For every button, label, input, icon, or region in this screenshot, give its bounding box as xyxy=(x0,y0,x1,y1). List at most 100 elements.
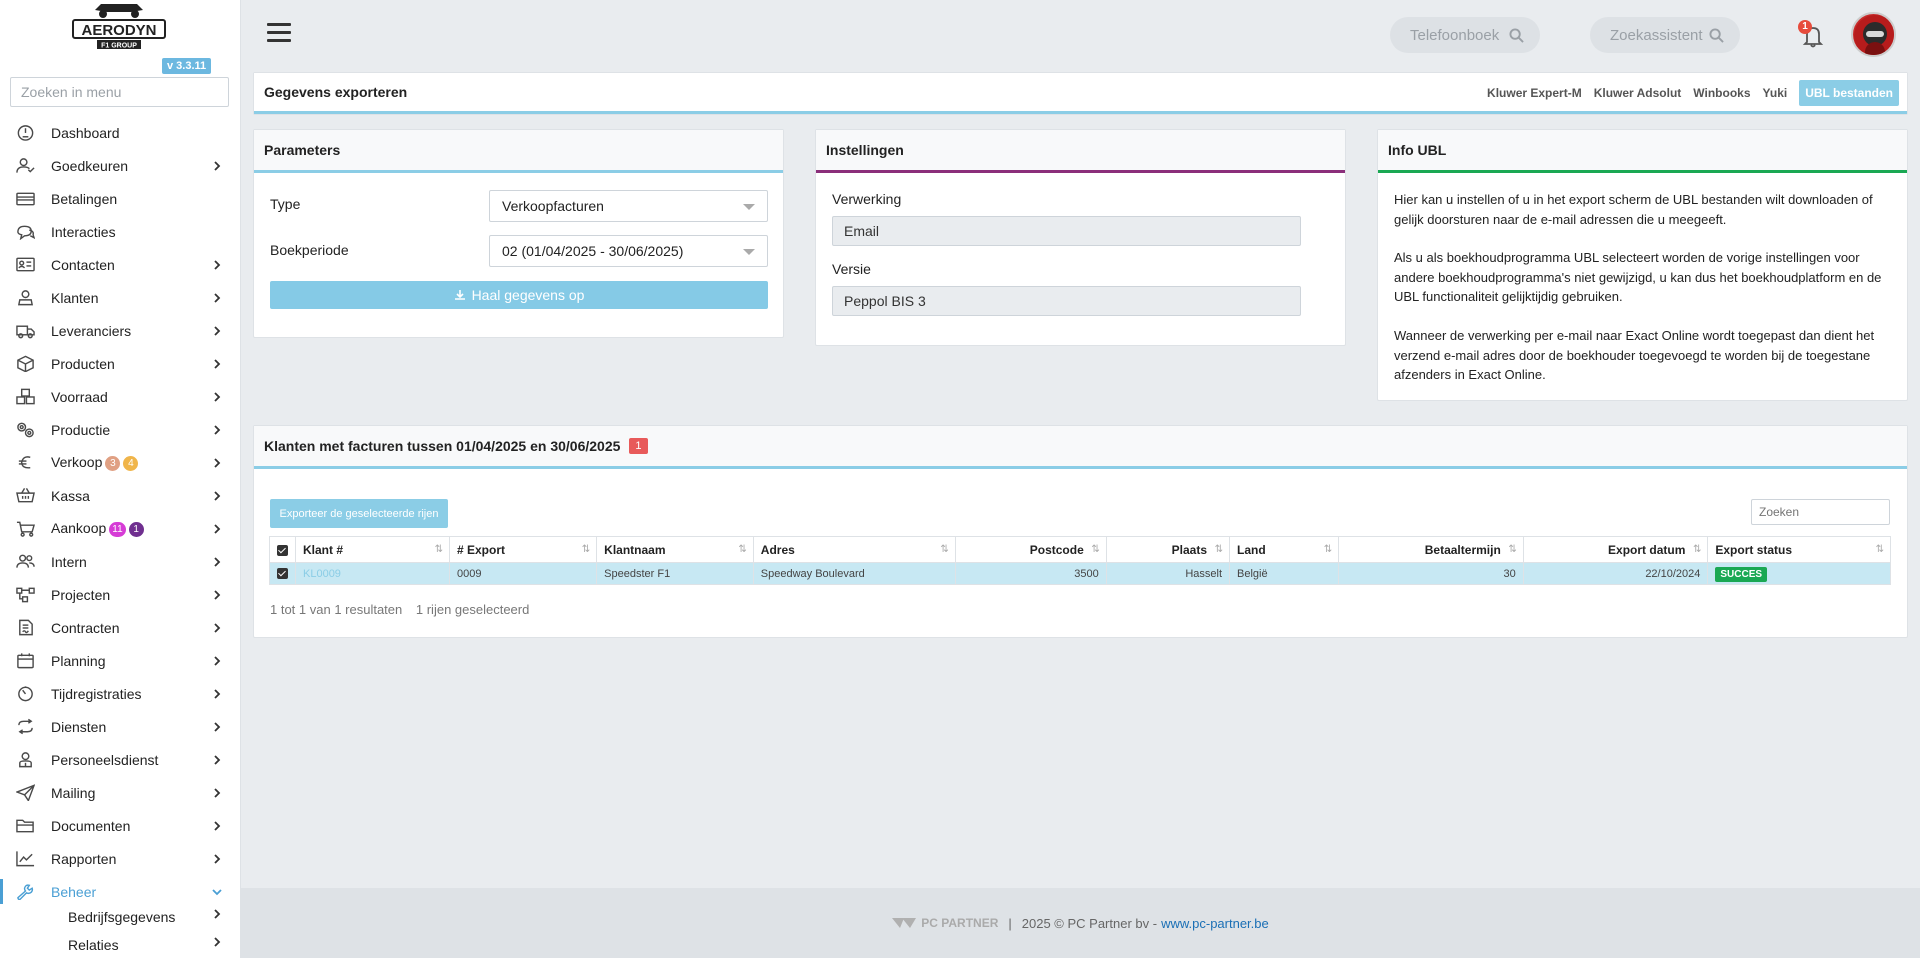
sidebar-item-aankoop[interactable]: Aankoop 11 1 xyxy=(0,512,240,545)
tab-kluwer-expert-m[interactable]: Kluwer Expert-M xyxy=(1487,86,1582,100)
footer-link[interactable]: www.pc-partner.be xyxy=(1161,916,1269,931)
sidebar-item-label: Personeelsdienst xyxy=(51,752,158,768)
sidebar-subitem-bedrijfsgegevens[interactable]: Bedrijfsgegevens xyxy=(68,909,175,925)
sidebar-item-text: Personeelsdienst xyxy=(51,751,159,768)
sidebar-item-klanten[interactable]: Klanten xyxy=(0,281,240,314)
select-all-checkbox[interactable] xyxy=(269,536,296,563)
sidebar-item-label: Interacties xyxy=(51,224,116,240)
users-icon xyxy=(15,553,35,570)
cell-datum: 22/10/2024 xyxy=(1522,562,1709,585)
sidebar-item-interacties[interactable]: Interacties xyxy=(0,215,240,248)
menu-toggle-button[interactable] xyxy=(267,23,291,45)
column-header[interactable]: Adres ⇅ xyxy=(752,536,956,563)
sidebar-item-label: Beheer xyxy=(51,884,96,900)
column-header[interactable]: Klant # ⇅ xyxy=(295,536,450,563)
sidebar-item-contracten[interactable]: Contracten xyxy=(0,611,240,644)
chevron-right-icon xyxy=(211,852,223,864)
column-header[interactable]: # Export ⇅ xyxy=(448,536,598,563)
sidebar-item-label: Leveranciers xyxy=(51,323,131,339)
row-checkbox[interactable] xyxy=(269,562,296,585)
chevron-right-icon xyxy=(211,555,223,567)
sidebar-item-documenten[interactable]: Documenten xyxy=(0,809,240,842)
sidebar-item-verkoop[interactable]: Verkoop 3 4 xyxy=(0,446,240,479)
column-header[interactable]: Betaaltermijn ⇅ xyxy=(1338,536,1524,563)
sort-icon: ⇅ xyxy=(434,544,443,555)
sidebar-item-goedkeuren[interactable]: Goedkeuren xyxy=(0,149,240,182)
sidebar-item-intern[interactable]: Intern xyxy=(0,545,240,578)
timer-icon xyxy=(15,685,35,702)
column-header-label: # Export xyxy=(456,542,505,557)
sidebar-item-contacten[interactable]: Contacten xyxy=(0,248,240,281)
sidebar-item-label: Kassa xyxy=(51,488,90,504)
column-header[interactable]: Plaats ⇅ xyxy=(1105,536,1231,563)
period-value: 02 (01/04/2025 - 30/06/2025) xyxy=(502,243,684,259)
column-header-label: Export datum xyxy=(1608,542,1686,557)
column-header[interactable]: Export datum ⇅ xyxy=(1522,536,1709,563)
sidebar-item-planning[interactable]: Planning xyxy=(0,644,240,677)
sidebar-item-productie[interactable]: Productie xyxy=(0,413,240,446)
column-header[interactable]: Export status ⇅ xyxy=(1707,536,1891,563)
sidebar-item-text: Mailing xyxy=(51,784,96,801)
sidebar-item-voorraad[interactable]: Voorraad xyxy=(0,380,240,413)
download-icon xyxy=(454,290,465,300)
sort-icon: ⇅ xyxy=(738,544,747,555)
sidebar-subitem-relaties[interactable]: Relaties xyxy=(68,937,119,953)
tab-winbooks[interactable]: Winbooks xyxy=(1693,86,1750,100)
sidebar-item-rapporten[interactable]: Rapporten xyxy=(0,842,240,875)
sidebar-item-text: Interacties xyxy=(51,223,116,240)
contact-card-icon xyxy=(15,256,35,273)
chevron-right-icon xyxy=(211,720,223,732)
sidebar-item-mailing[interactable]: Mailing xyxy=(0,776,240,809)
user-avatar[interactable] xyxy=(1851,12,1896,57)
type-select[interactable]: Verkoopfacturen xyxy=(489,190,768,222)
table-header-row: Klant # ⇅ # Export ⇅ Klantnaam ⇅ Adres ⇅ Postcod… xyxy=(269,536,1891,563)
sidebar-subitem-label: Bedrijfsgegevens xyxy=(68,909,176,925)
export-selected-button[interactable]: Exporteer de geselecteerde rijen xyxy=(270,499,448,528)
chevron-down-icon xyxy=(211,885,223,897)
cell-postcode: 3500 xyxy=(954,562,1107,585)
fetch-data-button[interactable]: Haal gegevens op xyxy=(270,281,768,309)
tab-kluwer-adsolut[interactable]: Kluwer Adsolut xyxy=(1594,86,1682,100)
sidebar-item-tijdregistraties[interactable]: Tijdregistraties xyxy=(0,677,240,710)
company-logo[interactable]: AERODYN F1 GROUP xyxy=(71,2,167,54)
sidebar-item-label: Projecten xyxy=(51,587,110,603)
cart-icon xyxy=(15,520,35,537)
phonebook-search[interactable] xyxy=(1390,17,1540,53)
customers-title: Klanten met facturen tussen 01/04/2025 e… xyxy=(264,438,621,454)
sidebar-item-label: Planning xyxy=(51,653,106,669)
column-header[interactable]: Land ⇅ xyxy=(1229,536,1340,563)
wrench-icon xyxy=(15,883,35,900)
sidebar-item-beheer[interactable]: Beheer xyxy=(0,875,240,908)
sidebar-item-projecten[interactable]: Projecten xyxy=(0,578,240,611)
tab-yuki[interactable]: Yuki xyxy=(1763,86,1788,100)
table-search-input[interactable] xyxy=(1751,499,1890,525)
period-select[interactable]: 02 (01/04/2025 - 30/06/2025) xyxy=(489,235,768,267)
cell-adres: Speedway Boulevard xyxy=(752,562,956,585)
dropdown-arrow-icon xyxy=(743,249,755,255)
sidebar-item-betalingen[interactable]: Betalingen xyxy=(0,182,240,215)
footer-copyright: 2025 © PC Partner bv - xyxy=(1021,915,1158,931)
table-row[interactable]: KL0009 0009 Speedster F1 Speedway Boulevard… xyxy=(269,562,1891,585)
sidebar-item-diensten[interactable]: Diensten xyxy=(0,710,240,743)
column-header[interactable]: Klantnaam ⇅ xyxy=(596,536,754,563)
sidebar-item-text: Rapporten xyxy=(51,850,117,867)
customers-card: Klanten met facturen tussen 01/04/2025 e… xyxy=(253,425,1908,638)
sidebar-item-personeelsdienst[interactable]: Personeelsdienst xyxy=(0,743,240,776)
sidebar-menu: Dashboard Goedkeuren Betalingen Interact… xyxy=(0,116,240,908)
chat-icon xyxy=(15,223,35,240)
menu-search-input[interactable] xyxy=(10,77,229,107)
sidebar-item-leveranciers[interactable]: Leveranciers xyxy=(0,314,240,347)
column-header-label: Postcode xyxy=(1029,542,1084,557)
column-header[interactable]: Postcode ⇅ xyxy=(954,536,1107,563)
sidebar-badge: 1 xyxy=(128,522,144,537)
sidebar-item-dashboard[interactable]: Dashboard xyxy=(0,116,240,149)
assistant-search[interactable] xyxy=(1590,17,1740,53)
chevron-right-icon xyxy=(211,687,223,699)
tab-ubl-bestanden[interactable]: UBL bestanden xyxy=(1799,80,1899,106)
sidebar-item-text: Kassa xyxy=(51,487,90,504)
notifications-button[interactable]: 1 xyxy=(1798,20,1828,50)
cell-klant[interactable]: KL0009 xyxy=(295,562,450,585)
sidebar-item-producten[interactable]: Producten xyxy=(0,347,240,380)
sidebar-item-text: Contacten xyxy=(51,256,115,273)
sidebar-item-kassa[interactable]: Kassa xyxy=(0,479,240,512)
